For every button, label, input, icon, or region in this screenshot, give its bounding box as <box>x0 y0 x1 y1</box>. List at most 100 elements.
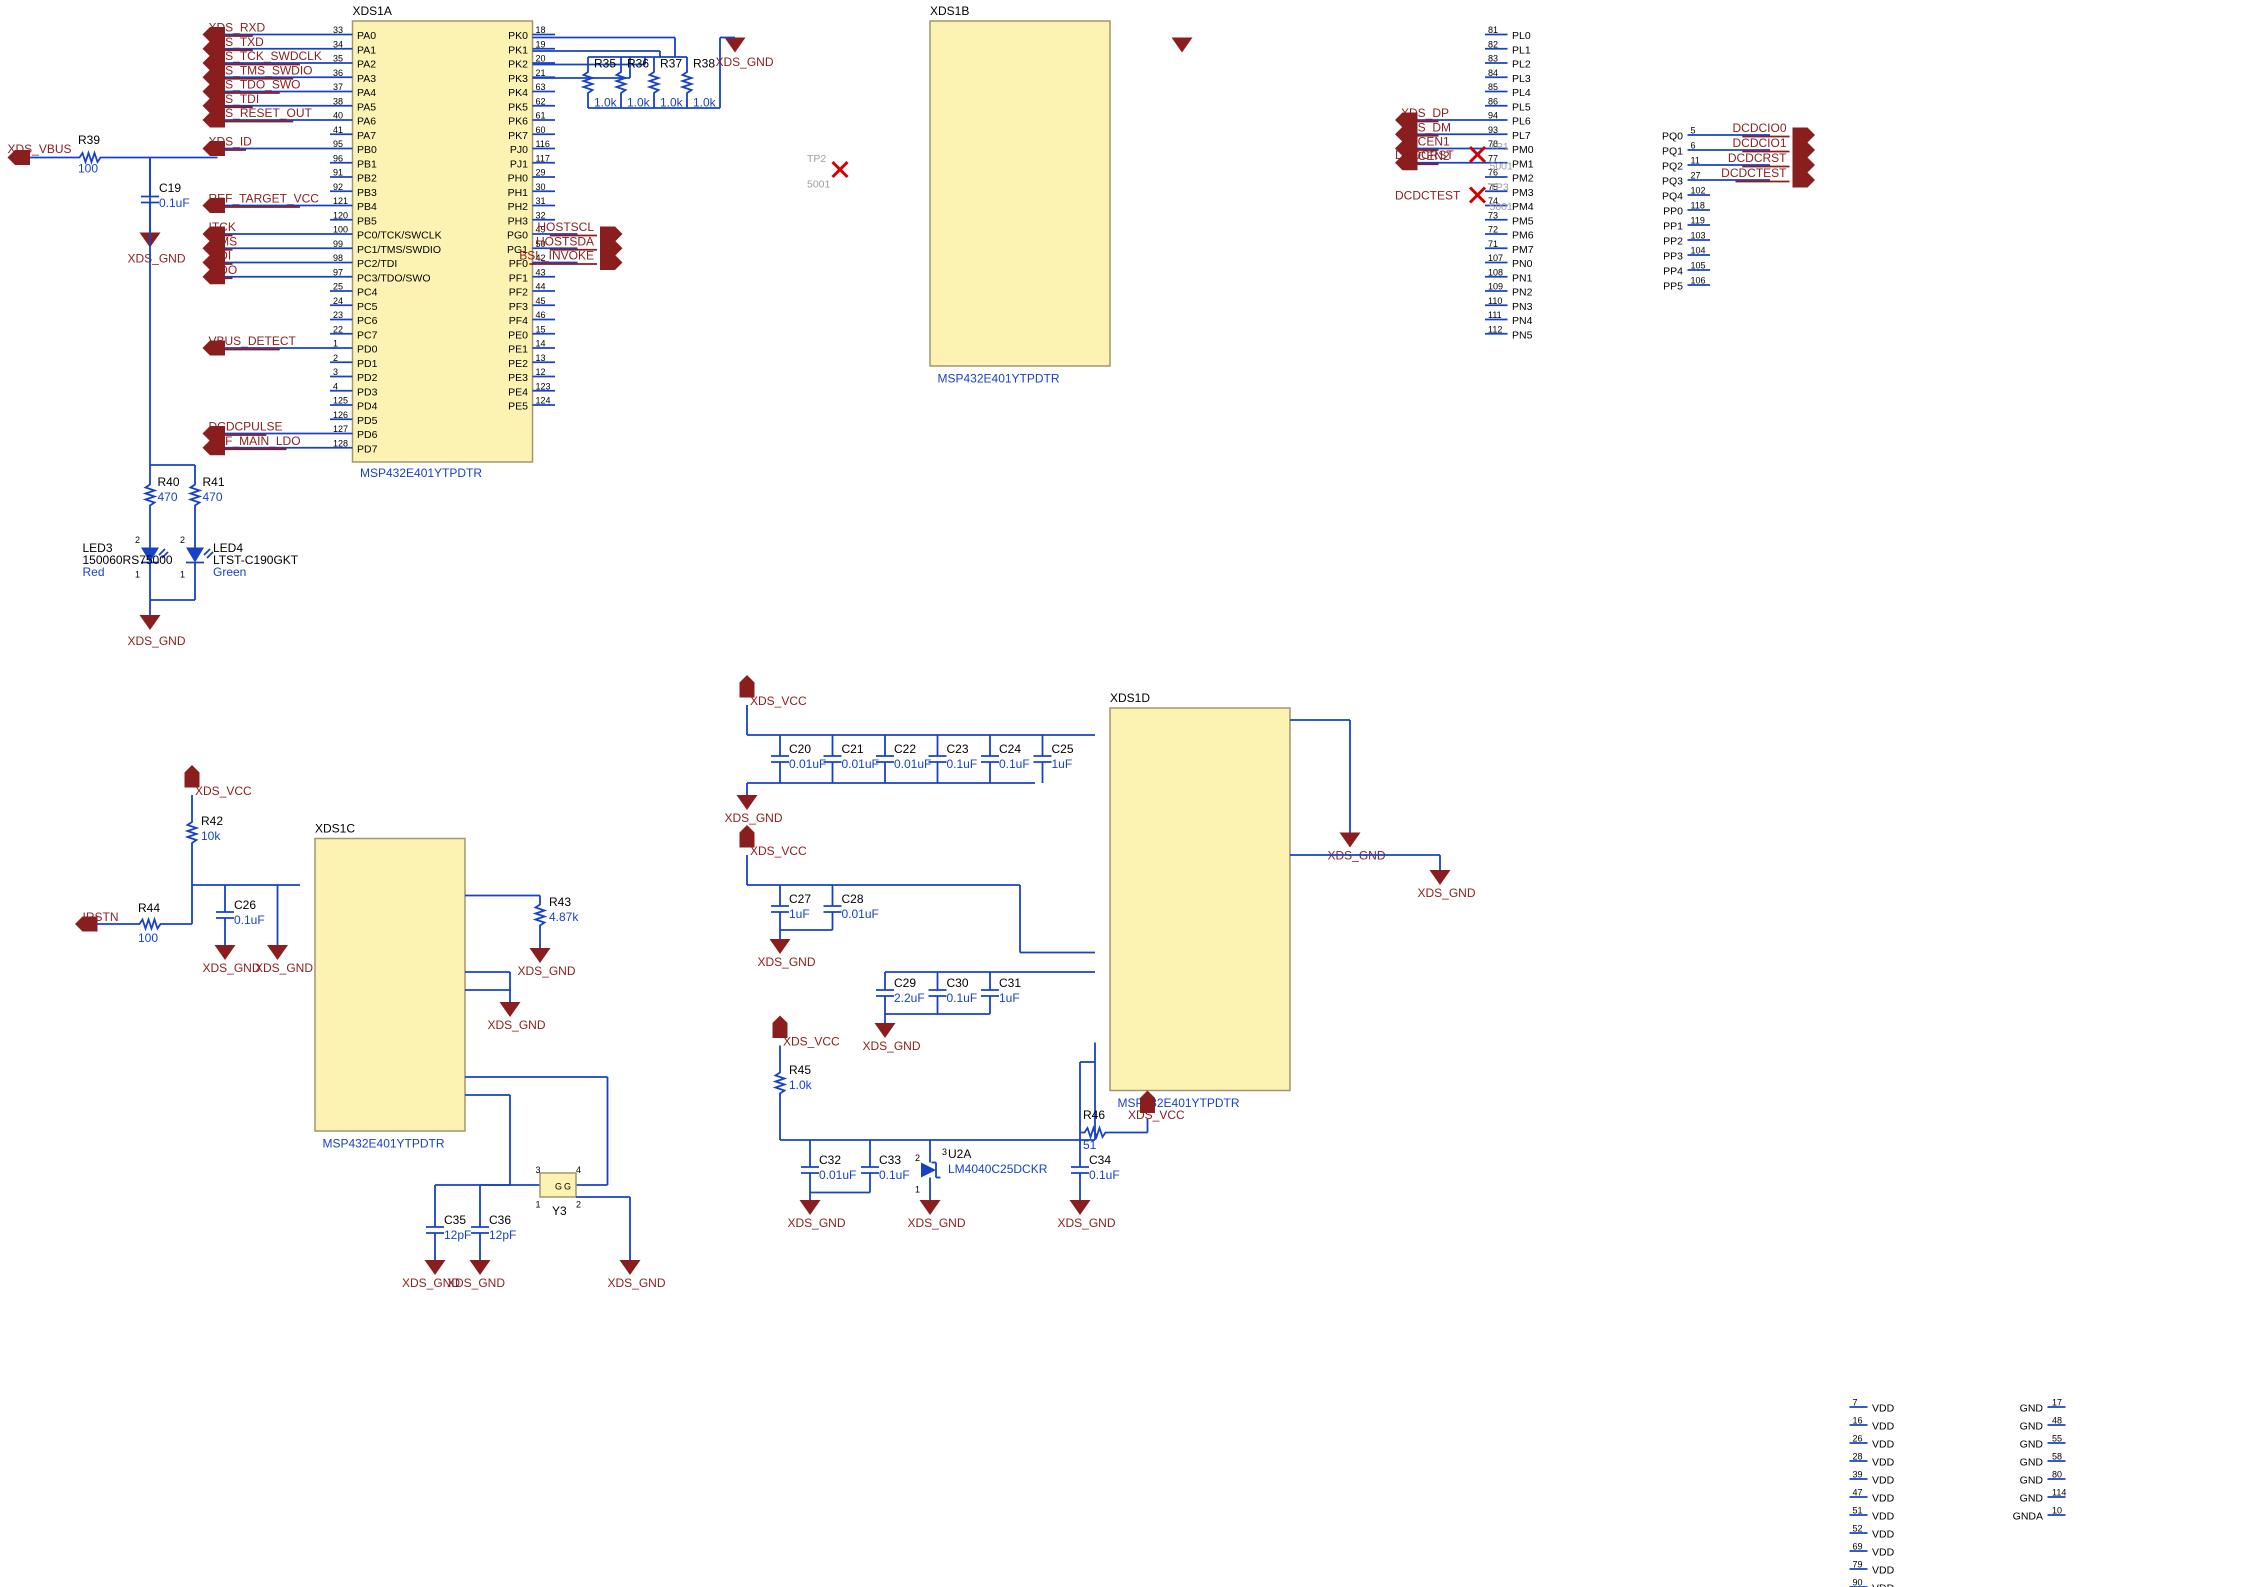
svg-text:104: 104 <box>1691 246 1706 256</box>
svg-text:XDS_ID: XDS_ID <box>209 135 253 149</box>
svg-text:PM5: PM5 <box>1512 215 1534 227</box>
svg-text:47: 47 <box>1853 1488 1863 1498</box>
svg-text:5001: 5001 <box>1490 201 1514 213</box>
ic-ref: XDS1A <box>353 4 392 18</box>
svg-text:XDS_RESET_OUT: XDS_RESET_OUT <box>209 106 313 120</box>
svg-text:PQ0: PQ0 <box>1662 131 1683 143</box>
svg-text:58: 58 <box>2052 1452 2062 1462</box>
svg-text:VDD: VDD <box>1872 1583 1895 1587</box>
svg-text:GND: GND <box>2020 1421 2044 1433</box>
svg-text:35: 35 <box>333 54 343 64</box>
svg-text:XDS_GND: XDS_GND <box>203 961 261 975</box>
svg-text:0.01uF: 0.01uF <box>842 757 879 771</box>
svg-text:4: 4 <box>333 381 338 391</box>
svg-text:PC1/TMS/SWDIO: PC1/TMS/SWDIO <box>357 244 441 256</box>
svg-text:PD2: PD2 <box>357 372 378 384</box>
svg-text:5: 5 <box>1691 126 1696 136</box>
svg-text:4: 4 <box>576 1165 581 1175</box>
svg-text:TP2: TP2 <box>807 153 826 165</box>
svg-text:PA6: PA6 <box>357 116 376 128</box>
u2a-icon <box>921 1163 941 1178</box>
svg-text:XDS_TMS_SWDIO: XDS_TMS_SWDIO <box>209 63 313 77</box>
svg-text:114: 114 <box>2052 1488 2066 1498</box>
svg-text:22: 22 <box>333 324 343 334</box>
svg-text:2: 2 <box>915 1153 920 1163</box>
svg-text:C23: C23 <box>947 742 969 756</box>
svg-text:R41: R41 <box>203 475 225 489</box>
svg-text:C20: C20 <box>789 742 811 756</box>
svg-text:VDD: VDD <box>1872 1403 1895 1415</box>
svg-text:PP1: PP1 <box>1663 221 1683 233</box>
svg-text:PD5: PD5 <box>357 415 378 427</box>
svg-text:PD3: PD3 <box>357 386 378 398</box>
svg-text:PK1: PK1 <box>508 44 528 56</box>
svg-text:ITMS: ITMS <box>209 234 238 248</box>
svg-text:C21: C21 <box>842 742 864 756</box>
svg-text:92: 92 <box>333 182 343 192</box>
svg-text:0.1uF: 0.1uF <box>999 757 1030 771</box>
svg-text:12pF: 12pF <box>444 1228 471 1242</box>
svg-text:0.1uF: 0.1uF <box>947 991 978 1005</box>
svg-text:ITCK: ITCK <box>209 220 236 234</box>
svg-text:VCCEN1: VCCEN1 <box>1401 135 1450 149</box>
svg-text:80: 80 <box>2052 1470 2062 1480</box>
svg-text:1: 1 <box>915 1185 920 1195</box>
svg-text:21: 21 <box>536 68 546 78</box>
svg-text:41: 41 <box>333 125 343 135</box>
rbias: R434.87k XDS_GND <box>465 895 579 978</box>
svg-text:PL6: PL6 <box>1512 116 1531 128</box>
svg-text:R35: R35 <box>594 56 616 70</box>
svg-text:19: 19 <box>536 39 546 49</box>
svg-text:VDD: VDD <box>1872 1493 1895 1505</box>
svg-text:XDS_TDO_SWO: XDS_TDO_SWO <box>209 78 301 92</box>
led4-icon <box>186 540 213 570</box>
svg-text:108: 108 <box>1488 267 1503 277</box>
svg-text:VDD: VDD <box>1872 1511 1895 1523</box>
svg-text:PA1: PA1 <box>357 44 376 56</box>
svg-text:17: 17 <box>2052 1398 2062 1408</box>
svg-text:PE1: PE1 <box>508 344 528 356</box>
svg-text:3: 3 <box>333 367 338 377</box>
svg-text:VBUS_DETECT: VBUS_DETECT <box>209 334 297 348</box>
svg-text:G: G <box>564 1182 571 1192</box>
svg-text:VDD: VDD <box>1872 1439 1895 1451</box>
svg-text:33: 33 <box>333 25 343 35</box>
svg-text:46: 46 <box>536 310 546 320</box>
svg-text:R36: R36 <box>627 56 649 70</box>
svg-text:121: 121 <box>333 196 348 206</box>
svg-text:C27: C27 <box>789 892 811 906</box>
svg-text:72: 72 <box>1488 225 1498 235</box>
svg-text:VDD: VDD <box>1872 1547 1895 1559</box>
svg-text:71: 71 <box>1488 239 1498 249</box>
svg-text:PA3: PA3 <box>357 73 376 85</box>
svg-text:25: 25 <box>333 282 343 292</box>
svg-text:37: 37 <box>333 82 343 92</box>
svg-text:PL1: PL1 <box>1512 44 1531 56</box>
svg-text:98: 98 <box>333 253 343 263</box>
svg-text:107: 107 <box>1488 253 1503 263</box>
svg-text:PD1: PD1 <box>357 358 378 370</box>
svg-text:123: 123 <box>536 381 551 391</box>
svg-text:82: 82 <box>1488 39 1498 49</box>
svg-text:PP5: PP5 <box>1663 281 1683 293</box>
svg-text:XDS1C: XDS1C <box>315 822 355 836</box>
svg-text:PQ3: PQ3 <box>1662 176 1683 188</box>
svg-text:DCDCIO1: DCDCIO1 <box>1732 136 1786 150</box>
svg-text:4.87k: 4.87k <box>549 910 579 924</box>
svg-text:61: 61 <box>536 111 546 121</box>
svg-text:PM3: PM3 <box>1512 187 1534 199</box>
svg-text:XDS_GND: XDS_GND <box>488 1018 546 1032</box>
vddc-caps: C292.2uF C300.1uF C311uF XDS_GND <box>863 972 1096 1053</box>
svg-text:PK3: PK3 <box>508 73 528 85</box>
svg-text:0.1uF: 0.1uF <box>1089 1168 1120 1182</box>
svg-text:116: 116 <box>536 139 550 149</box>
svg-text:117: 117 <box>536 153 550 163</box>
svg-text:109: 109 <box>1488 282 1503 292</box>
svg-text:PQ2: PQ2 <box>1662 161 1683 173</box>
svg-text:63: 63 <box>536 82 546 92</box>
svg-text:PE2: PE2 <box>508 358 528 370</box>
svg-text:R46: R46 <box>1083 1108 1105 1122</box>
ic-xds1b: XDS1B MSP432E401YTPDTR 81PL082PL183PL284… <box>930 4 1815 386</box>
svg-text:PK6: PK6 <box>508 116 528 128</box>
svg-text:PB2: PB2 <box>357 173 377 185</box>
